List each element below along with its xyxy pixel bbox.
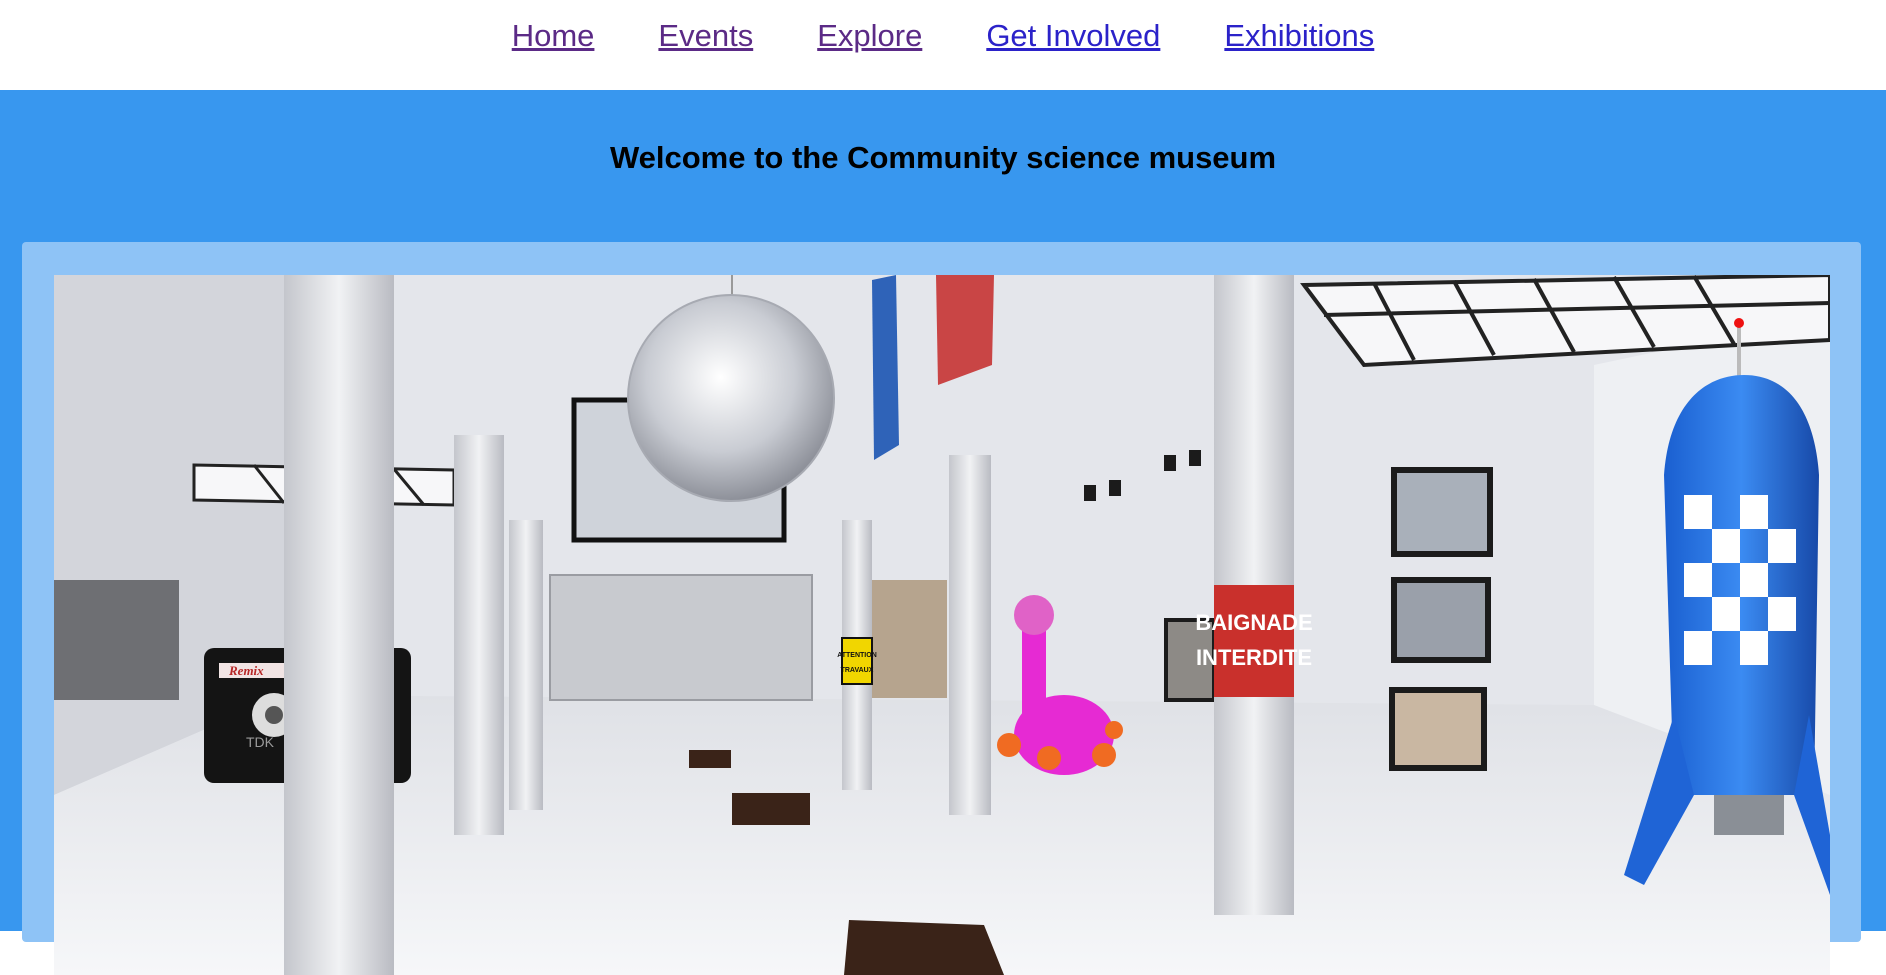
cassette-label: Remix [228,663,264,678]
painting-landscape [872,580,947,698]
bench [844,920,1004,975]
top-navigation: Home Events Explore Get Involved Exhibit… [0,0,1886,90]
museum-gallery-illustration: Remix TDK BAIGNADE INTERDITE ATTENTION T… [54,275,1830,975]
painting-machine [549,574,813,701]
pillar [454,435,504,835]
nav-link-home[interactable]: Home [512,20,595,51]
hero-section: Welcome to the Community science museum [0,90,1886,975]
attention-sign: ATTENTION TRAVAUX [837,637,877,685]
painting-figure [1389,687,1487,771]
painting-sphere [1391,577,1491,663]
bench [732,793,810,825]
nav-link-explore[interactable]: Explore [817,20,922,51]
mirror-sphere [627,294,835,502]
yellow-sign-line1: ATTENTION [837,652,877,659]
image-frame: Remix TDK BAIGNADE INTERDITE ATTENTION T… [22,242,1861,975]
pillar [509,520,543,810]
wall-lettering [54,580,179,700]
pillar [284,275,394,975]
bench [689,750,731,768]
yellow-sign-line2: TRAVAUX [841,667,874,674]
pillar [949,455,991,815]
nav-link-exhibitions[interactable]: Exhibitions [1224,20,1374,51]
painting-robots [1391,467,1493,557]
red-sign-line2: INTERDITE [1196,645,1312,670]
museum-interior-image: Remix TDK BAIGNADE INTERDITE ATTENTION T… [54,275,1830,975]
hanging-poster-left [872,275,899,460]
nav-link-events[interactable]: Events [658,20,753,51]
cassette-brand: TDK [246,734,275,750]
red-sign-line1: BAIGNADE [1195,610,1312,635]
nav-link-get-involved[interactable]: Get Involved [986,20,1160,51]
page-title: Welcome to the Community science museum [609,140,1277,175]
